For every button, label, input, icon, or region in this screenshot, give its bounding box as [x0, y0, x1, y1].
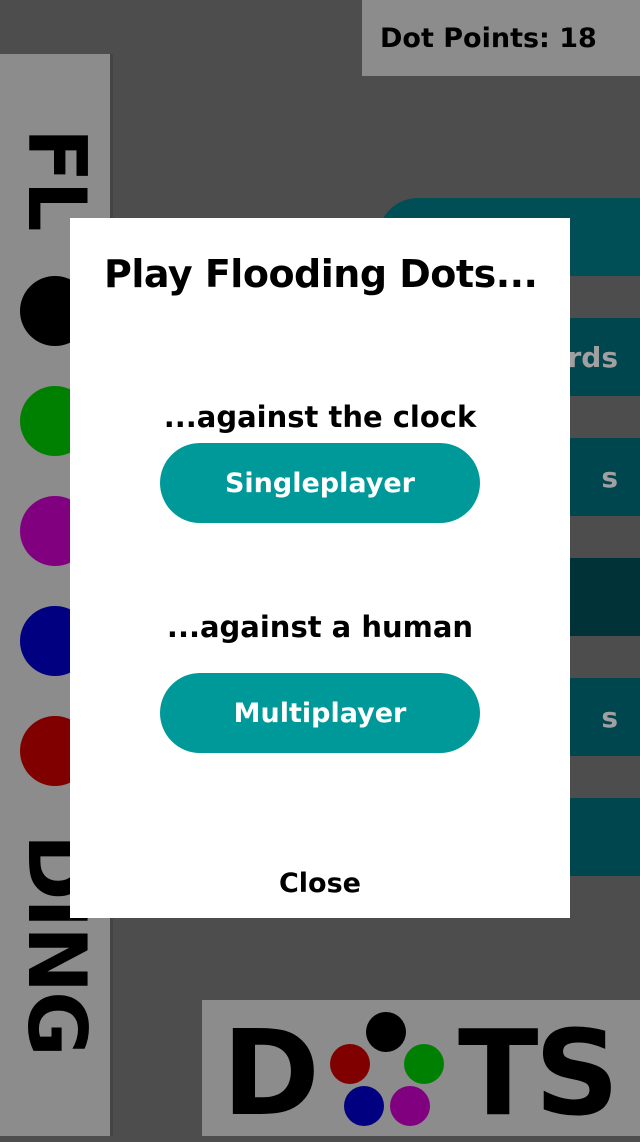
side-title-top-text: FL: [10, 128, 103, 230]
dialog-title: Play Flooding Dots...: [104, 252, 538, 296]
close-button[interactable]: Close: [70, 868, 570, 899]
menu-button-3-label: s: [601, 460, 618, 494]
menu-button-5-label: s: [601, 700, 618, 734]
singleplayer-caption: ...against the clock: [163, 400, 477, 434]
multiplayer-button-label: Multiplayer: [233, 697, 407, 729]
singleplayer-button[interactable]: Singleplayer: [160, 443, 480, 523]
menu-button-2-label: rds: [567, 340, 618, 374]
logo-dot-red: [330, 1044, 370, 1084]
singleplayer-button-label: Singleplayer: [224, 467, 415, 499]
logo-letters-ts: TS: [458, 1004, 619, 1142]
multiplayer-caption: ...against a human: [166, 610, 474, 644]
dot-points-counter: Dot Points: 18: [362, 0, 640, 76]
logo-dot-green: [404, 1044, 444, 1084]
logo-dot-blue: [344, 1086, 384, 1126]
logo-letter-d: D: [222, 1004, 320, 1142]
logo-dot-black: [366, 1012, 406, 1052]
play-mode-dialog: Play Flooding Dots... ...against the clo…: [70, 218, 570, 918]
multiplayer-button[interactable]: Multiplayer: [160, 673, 480, 753]
dot-points-text: Dot Points: 18: [380, 22, 597, 54]
logo-dot-purple: [390, 1086, 430, 1126]
close-button-label: Close: [278, 868, 361, 899]
dots-logo: D TS: [202, 1000, 640, 1136]
